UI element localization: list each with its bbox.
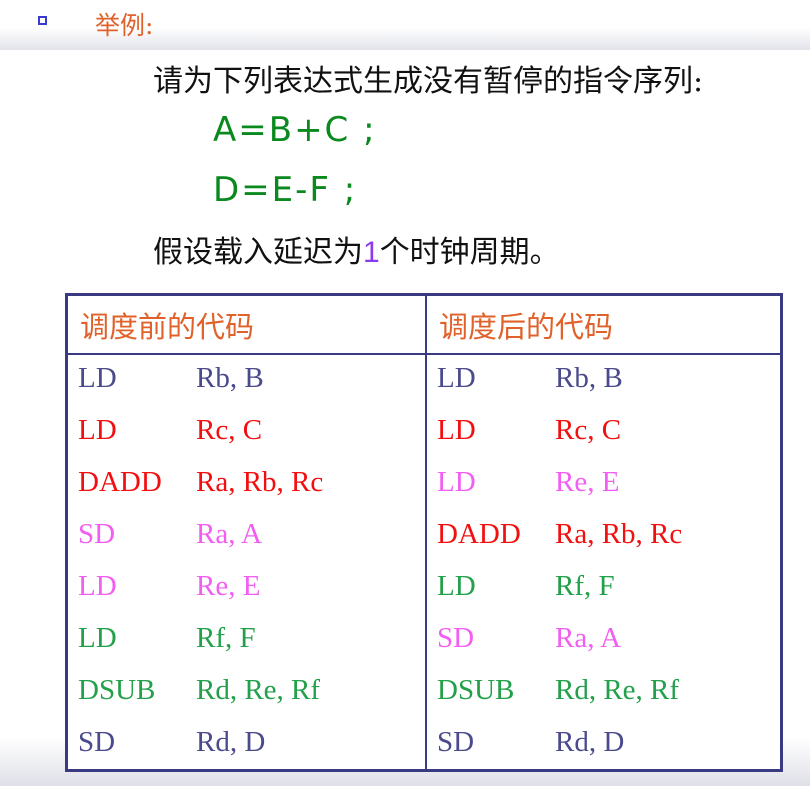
after-row-2-operands: Rc, C (555, 414, 622, 446)
before-row-3-opcode: DADD (78, 466, 162, 498)
before-row-3-operands: Ra, Rb, Rc (196, 466, 324, 498)
before-row-5-operands: Re, E (196, 570, 261, 602)
after-row-5-operands: Rf, F (555, 570, 615, 602)
expression-2: D=E-F ; (213, 170, 358, 210)
before-row-8-operands: Rd, D (196, 726, 266, 758)
before-row-6-opcode: LD (78, 622, 117, 654)
after-row-8-opcode: SD (437, 726, 475, 758)
before-row-2-opcode: LD (78, 414, 117, 446)
after-row-7-operands: Rd, Re, Rf (555, 674, 680, 706)
after-row-1-operands: Rb, B (555, 362, 623, 394)
before-row-2-operands: Rc, C (196, 414, 263, 446)
before-row-6-operands: Rf, F (196, 622, 256, 654)
slide-heading: 举例: (95, 11, 154, 40)
header-before: 调度前的代码 (80, 310, 255, 344)
assumption-line: 假设载入延迟为1个时钟周期。 (153, 227, 560, 271)
square-bullet-icon (38, 16, 47, 25)
after-row-3-operands: Re, E (555, 466, 620, 498)
header-after: 调度后的代码 (439, 310, 614, 344)
after-row-5-opcode: LD (437, 570, 476, 602)
after-row-6-opcode: SD (437, 622, 475, 654)
before-row-1-operands: Rb, B (196, 362, 264, 394)
expression-1: A=B+C ; (213, 110, 377, 150)
after-row-6-operands: Ra, A (555, 622, 622, 654)
before-row-5-opcode: LD (78, 570, 117, 602)
before-row-7-operands: Rd, Re, Rf (196, 674, 321, 706)
after-row-8-operands: Rd, D (555, 726, 625, 758)
schedule-table: 调度前的代码 调度后的代码 LD Rb, B LD Rc, C DADD Ra, Rb, … (65, 293, 783, 772)
assumption-text-after: 个时钟周期。 (379, 235, 560, 270)
after-row-3-opcode: LD (437, 466, 476, 498)
before-row-4-operands: Ra, A (196, 518, 263, 550)
column-divider (425, 296, 427, 769)
latency-number: 1 (363, 236, 380, 269)
after-row-2-opcode: LD (437, 414, 476, 446)
before-row-7-opcode: DSUB (78, 674, 156, 706)
after-row-4-opcode: DADD (437, 518, 521, 550)
before-row-4-opcode: SD (78, 518, 116, 550)
after-row-1-opcode: LD (437, 362, 476, 394)
after-row-4-operands: Ra, Rb, Rc (555, 518, 683, 550)
before-row-1-opcode: LD (78, 362, 117, 394)
assumption-text-before: 假设载入延迟为 (153, 235, 363, 270)
after-row-7-opcode: DSUB (437, 674, 515, 706)
header-divider (68, 353, 780, 355)
prompt-line: 请为下列表达式生成没有暂停的指令序列: (153, 64, 704, 99)
before-row-8-opcode: SD (78, 726, 116, 758)
